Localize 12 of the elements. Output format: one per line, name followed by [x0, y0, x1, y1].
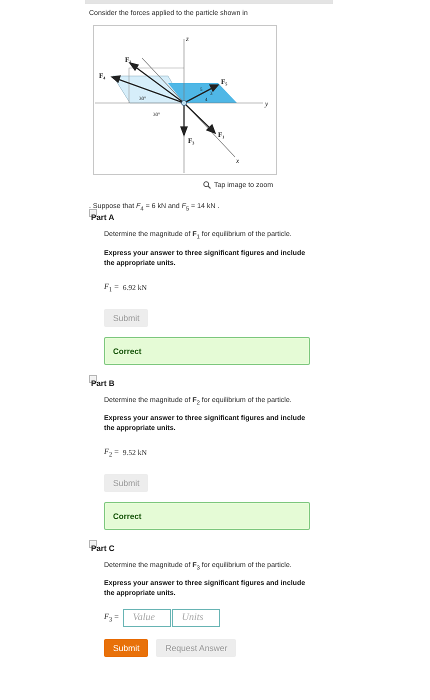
correct-feedback: Correct	[104, 336, 310, 365]
zoom-icon[interactable]	[203, 181, 211, 189]
answer-label: F$_{2}$ =	[104, 446, 119, 458]
part-title: Part B	[91, 378, 115, 388]
correct-feedback: Correct	[104, 502, 310, 530]
part-title: Part A	[91, 213, 114, 222]
answer-label: F$_{1}$ =	[104, 282, 119, 294]
submit-button[interactable]: Submit	[104, 638, 148, 657]
units-input-field[interactable]: Units	[172, 608, 220, 627]
part-title: Part C	[91, 544, 115, 553]
answer-label: F$_{3}$ =	[104, 612, 119, 624]
value-input-field[interactable]: Value	[122, 608, 171, 627]
